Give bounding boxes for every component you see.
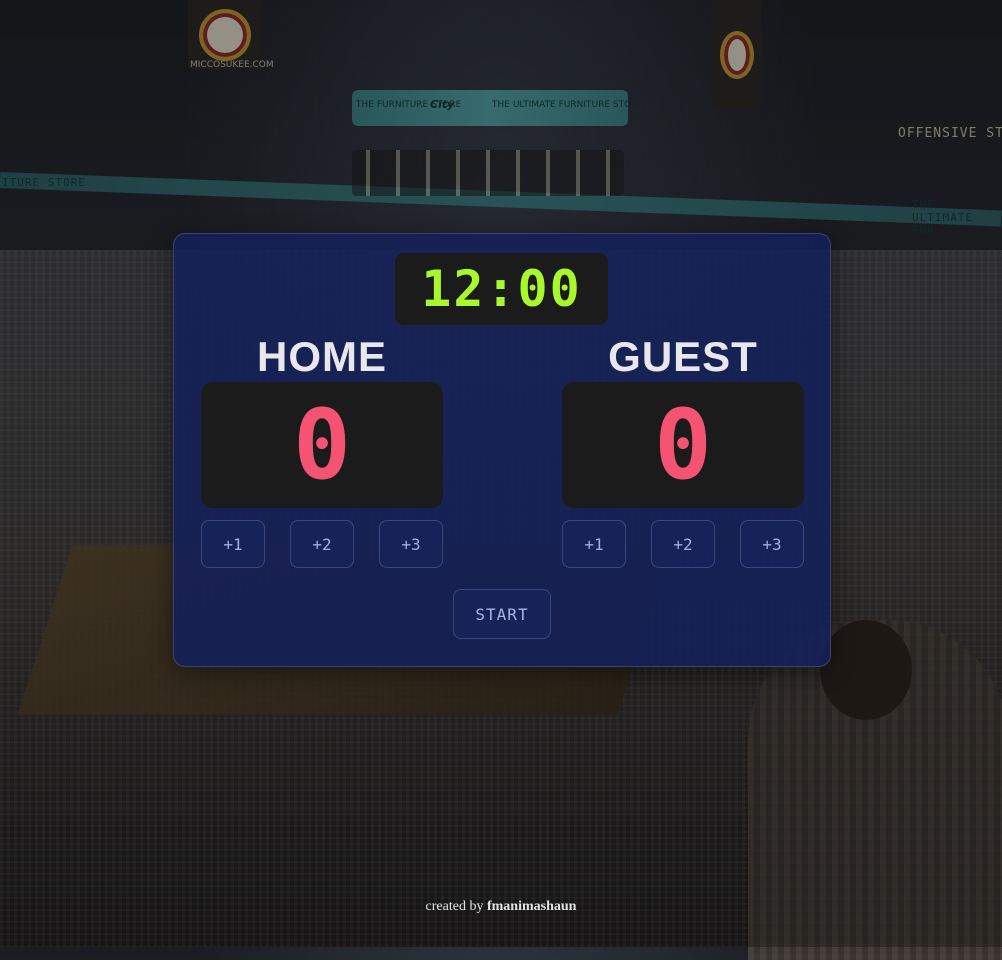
credit-footer: created by fmanimashaun	[0, 899, 1002, 915]
guest-buttons: +1 +2 +3	[562, 520, 804, 568]
timer-display: 12:00	[395, 253, 608, 325]
home-team: HOME 0	[201, 332, 443, 508]
home-buttons: +1 +2 +3	[201, 520, 443, 568]
start-button[interactable]: START	[453, 589, 551, 639]
guest-score-display: 0	[562, 382, 804, 508]
home-plus-2-button[interactable]: +2	[290, 520, 354, 568]
scoreboard: 12:00 HOME 0 GUEST 0 +1 +2 +3 +1 +2 +3 S…	[173, 233, 831, 667]
guest-score: 0	[654, 389, 712, 501]
home-plus-3-button[interactable]: +3	[379, 520, 443, 568]
guest-team-name: GUEST	[608, 333, 758, 380]
timer-value: 12:00	[421, 260, 582, 318]
guest-team: GUEST 0	[562, 332, 804, 508]
home-team-name: HOME	[257, 333, 387, 380]
home-score-display: 0	[201, 382, 443, 508]
guest-plus-3-button[interactable]: +3	[740, 520, 804, 568]
guest-plus-2-button[interactable]: +2	[651, 520, 715, 568]
credit-prefix: created by	[425, 899, 484, 914]
guest-plus-1-button[interactable]: +1	[562, 520, 626, 568]
credit-author-link[interactable]: fmanimashaun	[487, 899, 576, 914]
home-score: 0	[293, 389, 351, 501]
home-plus-1-button[interactable]: +1	[201, 520, 265, 568]
